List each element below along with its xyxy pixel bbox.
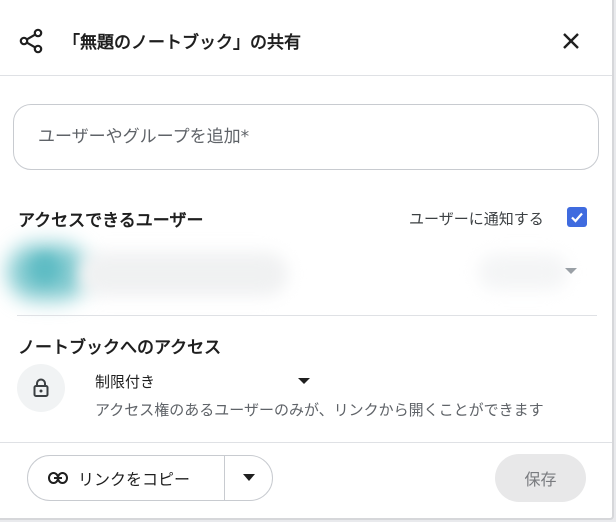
footer-divider xyxy=(0,442,612,443)
access-section-title: ノートブックへのアクセス xyxy=(18,338,222,358)
notify-checkbox[interactable] xyxy=(567,207,587,227)
role-dropdown-caret[interactable] xyxy=(565,268,577,274)
notify-label: ユーザーに通知する xyxy=(409,210,544,228)
copy-link-label: リンクをコピー xyxy=(78,470,191,489)
link-icon xyxy=(48,472,68,484)
copy-link-options-button[interactable] xyxy=(225,456,272,500)
lock-badge xyxy=(17,364,65,412)
dialog-title: 「無題のノートブック」の共有 xyxy=(63,33,301,53)
close-icon xyxy=(563,33,579,49)
people-section-title: アクセスできるユーザー xyxy=(18,211,204,231)
lock-icon xyxy=(33,378,49,397)
user-row-redacted xyxy=(8,244,608,302)
save-button[interactable]: 保存 xyxy=(495,454,586,502)
checkmark-icon xyxy=(571,212,583,223)
copy-link-button[interactable]: リンクをコピー xyxy=(28,456,224,500)
share-dialog: 「無題のノートブック」の共有 ユーザーやグループを追加* アクセスできるユーザー… xyxy=(0,0,614,520)
share-icon xyxy=(19,28,43,54)
access-description: アクセス権のあるユーザーのみが、リンクから開くことができます xyxy=(95,401,544,419)
close-button[interactable] xyxy=(556,26,586,56)
add-people-placeholder: ユーザーやグループを追加* xyxy=(38,127,250,147)
caret-down-icon[interactable] xyxy=(298,378,310,384)
section-divider xyxy=(17,315,597,316)
caret-down-icon xyxy=(242,474,255,481)
add-people-input[interactable]: ユーザーやグループを追加* xyxy=(13,104,599,170)
access-level-select[interactable]: 制限付き xyxy=(95,371,155,392)
dialog-header: 「無題のノートブック」の共有 xyxy=(0,0,612,76)
copy-link-group: リンクをコピー xyxy=(27,455,273,501)
